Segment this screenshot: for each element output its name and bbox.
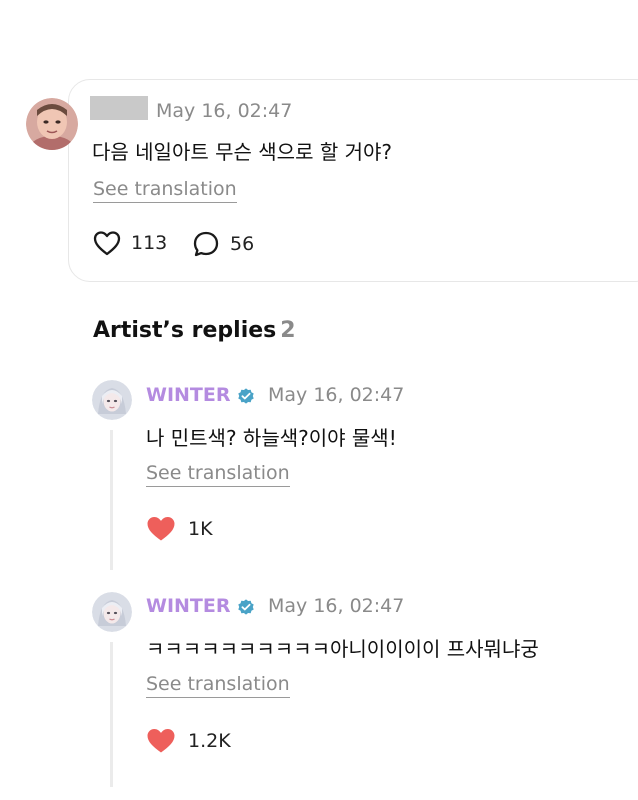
reply-author-name[interactable]: WINTER [146, 384, 231, 406]
reply-text: 나 민트색? 하늘색?이야 물색! [146, 426, 397, 450]
reply-author-name[interactable]: WINTER [146, 595, 231, 617]
post-author-avatar[interactable] [26, 98, 78, 150]
reply-like-count: 1.2K [188, 729, 231, 752]
reply-like-button[interactable]: 1.2K [146, 727, 231, 754]
heart-filled-icon [147, 729, 175, 753]
reply-date: May 16, 02:47 [268, 595, 405, 617]
reply-like-button[interactable]: 1K [146, 515, 213, 542]
comment-bubble-icon [193, 231, 219, 257]
reply-date: May 16, 02:47 [268, 384, 405, 406]
artist-replies-title: Artist’s replies [93, 318, 277, 343]
heart-filled-icon [147, 517, 175, 541]
artist-replies-count: 2 [280, 318, 296, 343]
reply-author-avatar[interactable] [92, 380, 132, 420]
verified-badge-icon [238, 388, 254, 404]
reply-thread-line [110, 430, 113, 570]
reply-see-translation-link[interactable]: See translation [146, 462, 290, 487]
reply-author-avatar[interactable] [92, 592, 132, 632]
post-like-count: 113 [131, 232, 168, 254]
verified-badge-icon [238, 599, 254, 615]
post-author-name-redacted [90, 96, 148, 120]
artist-replies-heading: Artist’s replies 2 [93, 318, 296, 343]
post-like-button[interactable]: 113 [93, 230, 167, 256]
reply-text: ㅋㅋㅋㅋㅋㅋㅋㅋㅋㅋ아니이이이이 프사뭐냐궁 [146, 637, 539, 661]
reply-like-count: 1K [188, 517, 213, 540]
post-comment-button[interactable]: 56 [192, 230, 254, 258]
reply-thread-line [110, 642, 113, 787]
reply-see-translation-link[interactable]: See translation [146, 673, 290, 698]
heart-outline-icon [93, 231, 121, 256]
post-date: May 16, 02:47 [156, 100, 293, 122]
post-text: 다음 네일아트 무슨 색으로 할 거야? [92, 140, 393, 164]
post-see-translation-link[interactable]: See translation [93, 178, 237, 203]
post-comment-count: 56 [230, 233, 255, 255]
